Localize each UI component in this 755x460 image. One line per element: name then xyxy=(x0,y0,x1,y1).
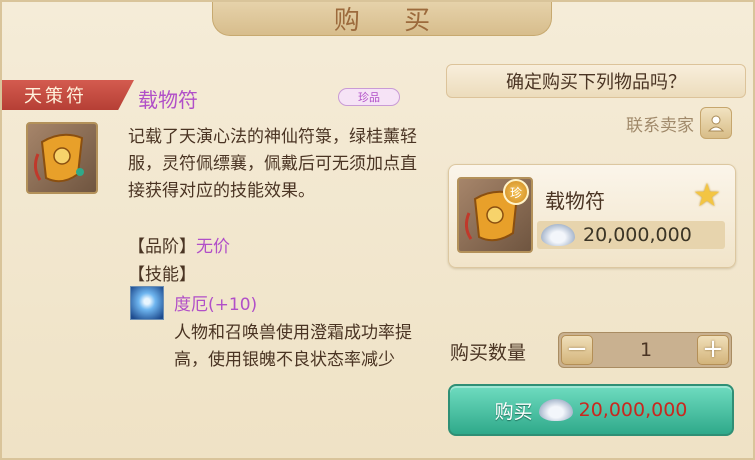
person-icon xyxy=(707,115,725,132)
rare-mark-icon: 珍 xyxy=(503,179,529,205)
rarity-badge: 珍品 xyxy=(338,88,400,106)
dialog-title: 购 买 xyxy=(333,6,449,36)
title-banner: 购 买 xyxy=(212,2,552,36)
skill-name: 度厄(+10) xyxy=(174,295,258,315)
buy-label: 购买 xyxy=(494,400,533,423)
skill-label: 【技能】 xyxy=(128,265,196,285)
buy-price: 20,000,000 xyxy=(578,399,688,421)
grade-value: 无价 xyxy=(196,237,230,257)
quantity-stepper[interactable]: − 1 + xyxy=(558,332,732,368)
contact-seller-button[interactable]: 联系卖家 xyxy=(626,106,732,140)
card-item-name: 载物符 xyxy=(545,189,605,213)
quantity-label: 购买数量 xyxy=(450,342,527,364)
increase-button[interactable]: + xyxy=(697,335,729,365)
silver-ingot-icon xyxy=(541,224,575,246)
item-description: 记载了天演心法的神仙符箓，绿桂薰轻服，灵符佩缥襄，佩戴后可无须加点直接获得对应的… xyxy=(128,127,417,201)
contact-seller-label: 联系卖家 xyxy=(626,115,694,136)
grade-row: 【品阶】无价 xyxy=(128,232,230,257)
talisman-icon xyxy=(33,133,84,183)
item-card: 珍 载物符 ★ 20,000,000 xyxy=(448,164,736,268)
item-price: 20,000,000 xyxy=(583,224,692,246)
grade-label: 【品阶】 xyxy=(128,237,196,257)
skill-icon[interactable] xyxy=(130,286,164,320)
skill-description: 人物和召唤兽使用澄霜成功率提高，使用银魄不良状态率减少 xyxy=(174,323,412,370)
quantity-value[interactable]: 1 xyxy=(599,337,693,363)
purchase-panel: 确定购买下列物品吗？ 联系卖家 珍 载物符 ★ 20,000,000 购买数量 … xyxy=(446,64,746,452)
buy-button[interactable]: 购买 20,000,000 xyxy=(448,384,734,436)
item-name: 载物符 xyxy=(138,88,198,112)
category-tag: 天策符 xyxy=(2,80,134,110)
item-icon xyxy=(26,122,98,194)
confirm-prompt: 确定购买下列物品吗？ xyxy=(446,64,746,98)
contact-icon[interactable] xyxy=(700,107,732,139)
star-icon[interactable]: ★ xyxy=(691,179,723,211)
decrease-button[interactable]: − xyxy=(561,335,593,365)
price-bar: 20,000,000 xyxy=(537,221,725,249)
buy-dialog: 购 买 天策符 载物符 珍品 记载了天演心法的神仙符箓，绿桂薰轻服，灵符佩缥襄，… xyxy=(0,0,755,460)
item-detail-panel: 天策符 载物符 珍品 记载了天演心法的神仙符箓，绿桂薰轻服，灵符佩缥襄，佩戴后可… xyxy=(2,72,432,452)
silver-ingot-icon xyxy=(538,399,573,421)
